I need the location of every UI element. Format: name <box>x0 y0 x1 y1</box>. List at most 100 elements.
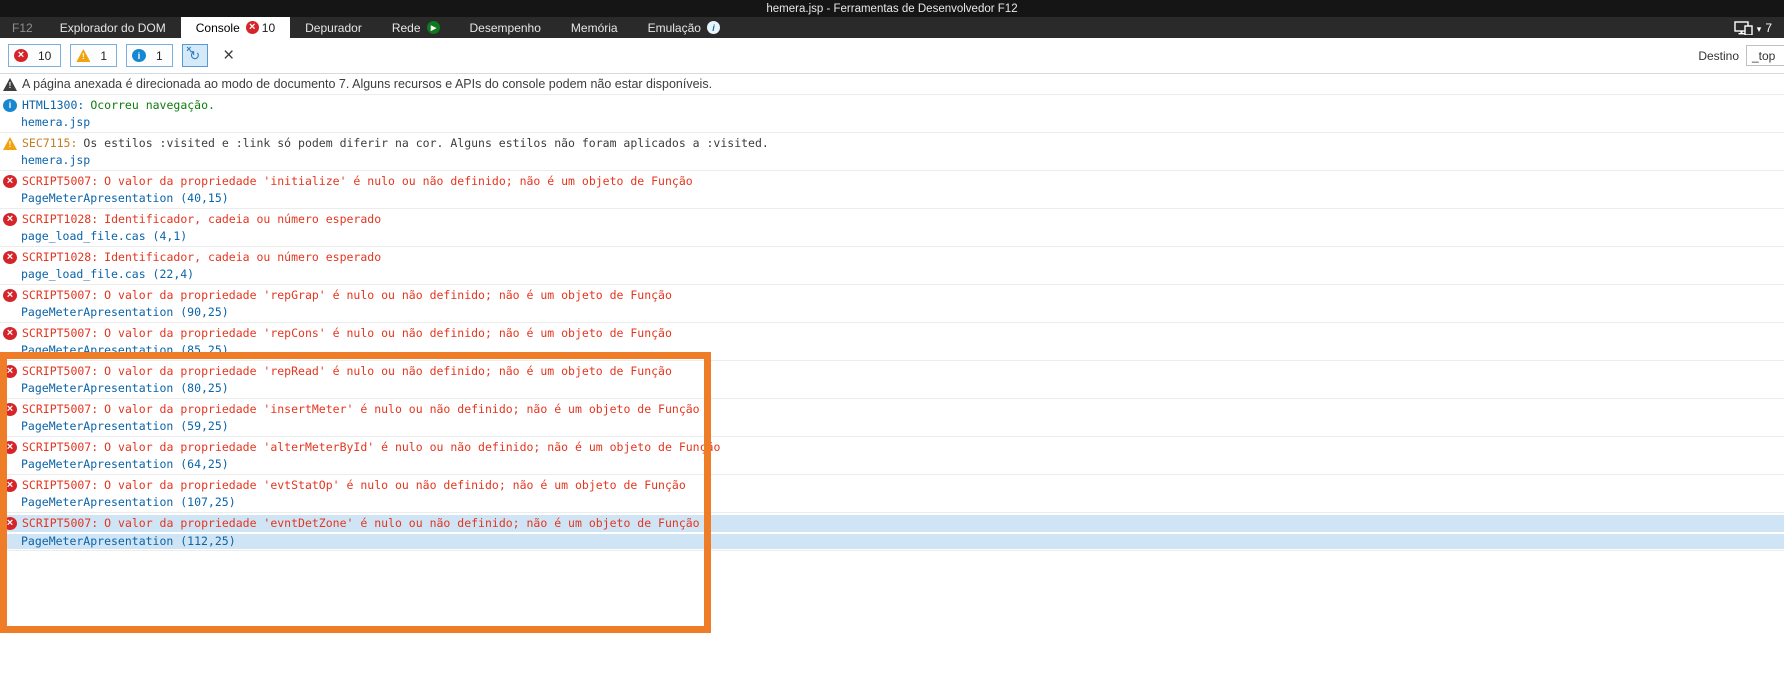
error-icon <box>3 213 17 226</box>
device-monitor-icon <box>1734 20 1753 35</box>
info-icon <box>3 99 17 112</box>
filter-count: 1 <box>100 48 108 63</box>
tab-bar: F12 Explorador do DOM Console 10 Depurad… <box>0 17 1784 38</box>
source-link[interactable]: PageMeterApresentation (112,25) <box>21 534 236 548</box>
message-text: O valor da propriedade 'evntDetZone' é n… <box>104 516 700 530</box>
badge-count: 10 <box>261 20 276 35</box>
message-code: SCRIPT1028: <box>22 212 99 226</box>
message-code: SCRIPT5007: <box>22 402 99 416</box>
message-text: O valor da propriedade 'repGrap' é nulo … <box>104 288 672 302</box>
clear-console-button[interactable] <box>217 44 241 67</box>
error-filter-button[interactable]: 10 <box>8 44 62 67</box>
tab-label: Console <box>195 20 240 35</box>
tab-rede[interactable]: Rede ▶ <box>377 17 455 38</box>
console-entry[interactable]: SCRIPT5007: O valor da propriedade 'inse… <box>0 399 1784 437</box>
clear-on-navigate-button[interactable] <box>181 44 208 67</box>
target-frame-label: Destino <box>1698 48 1739 63</box>
source-link[interactable]: PageMeterApresentation (80,25) <box>21 381 229 395</box>
warning-filter-button[interactable]: 1 <box>70 44 118 67</box>
source-link[interactable]: PageMeterApresentation (107,25) <box>21 495 236 509</box>
tab-label: F12 <box>12 20 33 35</box>
console-entry[interactable]: SCRIPT5007: O valor da propriedade 'repR… <box>0 361 1784 399</box>
error-icon <box>3 327 17 340</box>
console-entry[interactable]: SEC7115: Os estilos :visited e :link só … <box>0 133 1784 171</box>
console-entry[interactable]: A página anexada é direcionada ao modo d… <box>0 74 1784 95</box>
message-text: O valor da propriedade 'repCons' é nulo … <box>104 326 672 340</box>
message-code: HTML1300: <box>22 98 85 112</box>
console-entry[interactable]: SCRIPT5007: O valor da propriedade 'init… <box>0 171 1784 209</box>
source-link[interactable]: PageMeterApresentation (64,25) <box>21 457 229 471</box>
message-text: Ocorreu navegação. <box>90 98 215 112</box>
error-icon <box>14 49 28 62</box>
message-text: O valor da propriedade 'initialize' é nu… <box>104 174 693 188</box>
source-link[interactable]: page_load_file.cas (22,4) <box>21 267 194 281</box>
window-title-bar: hemera.jsp - Ferramentas de Desenvolvedo… <box>0 0 1784 17</box>
document-mode-number: 7 <box>1765 20 1772 35</box>
document-mode-indicator[interactable]: 7 <box>1734 17 1772 38</box>
console-entry[interactable]: SCRIPT1028: Identificador, cadeia ou núm… <box>0 209 1784 247</box>
filter-count: 1 <box>156 48 163 63</box>
target-frame-value: _top <box>1752 48 1776 63</box>
message-code: SCRIPT5007: <box>22 288 99 302</box>
message-text: O valor da propriedade 'evtStatOp' é nul… <box>104 478 686 492</box>
message-text: O valor da propriedade 'alterMeterById' … <box>104 440 721 454</box>
tab-memória[interactable]: Memória <box>556 17 633 38</box>
message-code: SCRIPT1028: <box>22 250 99 264</box>
console-output: A página anexada é direcionada ao modo d… <box>0 74 1784 633</box>
message-code: SCRIPT5007: <box>22 440 99 454</box>
message-text: O valor da propriedade 'insertMeter' é n… <box>104 402 700 416</box>
tab-emulação[interactable]: Emulação i <box>633 17 735 38</box>
tab-explorador-do-dom[interactable]: Explorador do DOM <box>45 17 181 38</box>
error-icon <box>3 403 17 416</box>
console-entry[interactable]: SCRIPT5007: O valor da propriedade 'evtS… <box>0 475 1784 513</box>
message-code: SCRIPT5007: <box>22 478 99 492</box>
error-icon <box>3 441 17 454</box>
source-link[interactable]: hemera.jsp <box>21 153 90 167</box>
source-link[interactable]: PageMeterApresentation (90,25) <box>21 305 229 319</box>
tab-label: Emulação <box>647 20 701 35</box>
message-code: SCRIPT5007: <box>22 516 99 530</box>
error-icon <box>245 21 259 34</box>
console-entry[interactable]: SCRIPT1028: Identificador, cadeia ou núm… <box>0 247 1784 285</box>
filter-count: 10 <box>38 48 52 63</box>
console-entry[interactable]: HTML1300: Ocorreu navegação. hemera.jsp <box>0 95 1784 133</box>
error-icon <box>3 289 17 302</box>
message-text: Identificador, cadeia ou número esperado <box>104 250 382 264</box>
source-link[interactable]: PageMeterApresentation (85,25) <box>21 343 229 357</box>
warning-icon <box>3 78 17 91</box>
info-icon <box>132 49 147 62</box>
source-link[interactable]: PageMeterApresentation (40,15) <box>21 191 229 205</box>
window-title: hemera.jsp - Ferramentas de Desenvolvedo… <box>766 2 1018 15</box>
error-icon <box>3 365 17 378</box>
info-icon: i <box>706 21 720 34</box>
tab-label: Desempenho <box>469 20 541 35</box>
message-code: SCRIPT5007: <box>22 364 99 378</box>
target-frame-select[interactable]: _top <box>1746 45 1784 66</box>
console-entry[interactable]: SCRIPT5007: O valor da propriedade 'evnt… <box>0 513 1784 551</box>
message-text: Identificador, cadeia ou número esperado <box>104 212 382 226</box>
target-frame-group: Destino _top <box>1698 45 1784 66</box>
tab-depurador[interactable]: Depurador <box>290 17 377 38</box>
tab-f12[interactable]: F12 <box>0 17 45 38</box>
message-code: SEC7115: <box>22 136 78 150</box>
source-link[interactable]: page_load_file.cas (4,1) <box>21 229 187 243</box>
source-link[interactable]: PageMeterApresentation (59,25) <box>21 419 229 433</box>
error-icon <box>3 251 17 264</box>
console-entry[interactable]: SCRIPT5007: O valor da propriedade 'repC… <box>0 323 1784 361</box>
message-text: O valor da propriedade 'repRead' é nulo … <box>104 364 672 378</box>
info-filter-button[interactable]: 1 <box>126 44 173 67</box>
warning-icon <box>3 137 17 150</box>
console-toolbar: 10 1 1 Destino _top <box>0 38 1784 74</box>
tab-console[interactable]: Console 10 <box>180 17 291 38</box>
message-code: SCRIPT5007: <box>22 326 99 340</box>
close-icon <box>223 46 234 65</box>
warning-icon <box>76 49 91 62</box>
error-count-badge: 10 <box>245 20 276 35</box>
play-icon: ▶ <box>426 21 440 34</box>
tab-desempenho[interactable]: Desempenho <box>455 17 556 38</box>
source-link[interactable]: hemera.jsp <box>21 115 90 129</box>
console-entry[interactable]: SCRIPT5007: O valor da propriedade 'repG… <box>0 285 1784 323</box>
console-entry[interactable]: SCRIPT5007: O valor da propriedade 'alte… <box>0 437 1784 475</box>
tab-label: Explorador do DOM <box>59 20 166 35</box>
tab-label: Memória <box>570 20 618 35</box>
